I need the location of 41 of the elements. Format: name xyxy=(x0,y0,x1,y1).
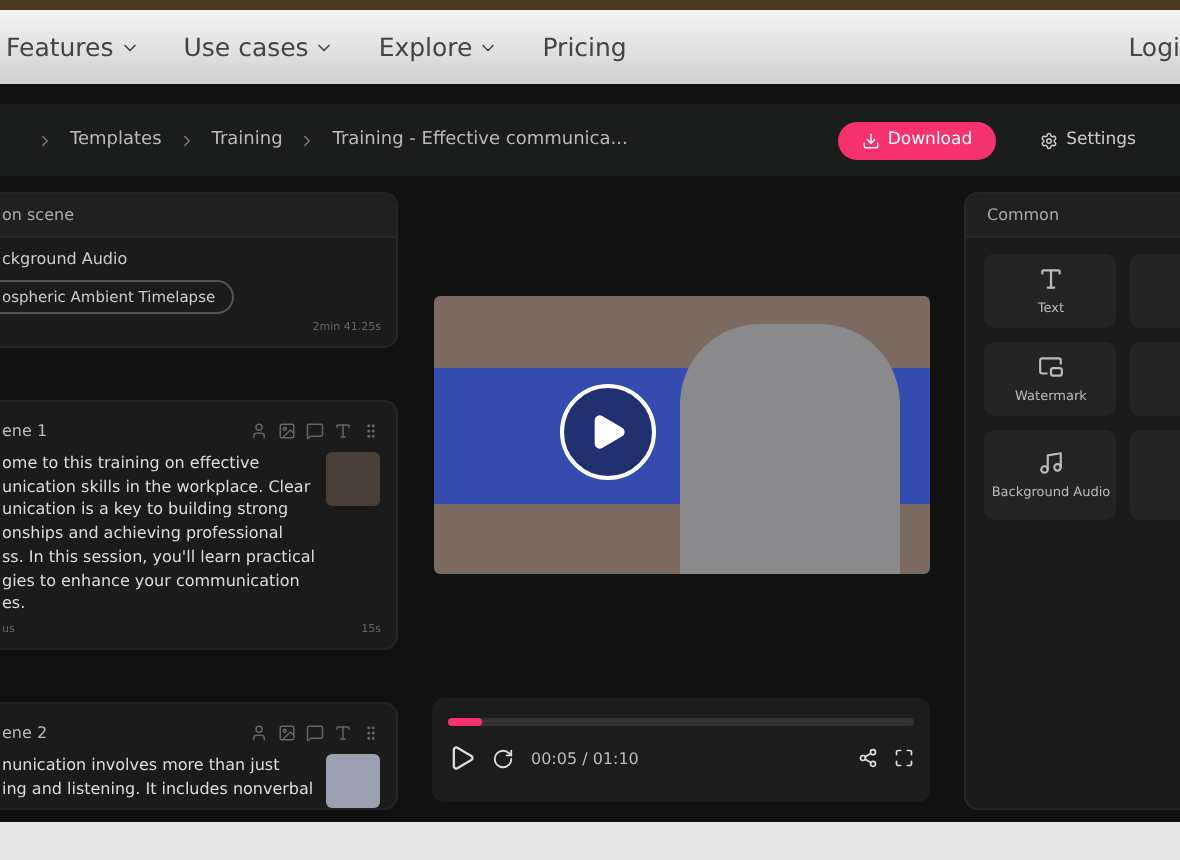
share-icon[interactable] xyxy=(858,748,879,768)
login-link[interactable]: Logi xyxy=(1128,32,1180,62)
nav-link[interactable]: Features xyxy=(6,32,140,62)
photo-placeholder xyxy=(326,452,381,506)
photo-placeholder xyxy=(326,753,381,808)
replay-icon[interactable] xyxy=(492,747,515,769)
breadcrumb-link[interactable]: Templates xyxy=(70,130,162,150)
chat-icon[interactable] xyxy=(306,723,325,742)
download-button[interactable]: Download xyxy=(837,121,997,159)
settings-icon xyxy=(1040,131,1059,149)
scene-title: ene 2 xyxy=(2,723,48,742)
image-icon[interactable] xyxy=(278,422,297,440)
text-icon[interactable] xyxy=(334,422,353,440)
avatar-icon[interactable] xyxy=(250,723,269,742)
settings-button[interactable]: Settings xyxy=(1028,128,1148,152)
fullscreen-icon[interactable] xyxy=(894,748,915,768)
play-icon[interactable] xyxy=(559,384,656,480)
drag-handle-icon[interactable] xyxy=(362,422,381,440)
music-note-icon xyxy=(1037,450,1064,476)
breadcrumb-link[interactable]: Training - Effective communica... xyxy=(332,130,628,150)
panel-title: Common xyxy=(966,194,1180,238)
nav-link[interactable]: Explore xyxy=(378,32,499,62)
watermark-icon xyxy=(1037,354,1064,380)
download-icon xyxy=(861,131,880,149)
chat-icon[interactable] xyxy=(306,422,325,440)
audio-label: ckground Audio xyxy=(0,248,130,268)
image-icon[interactable] xyxy=(278,723,297,742)
text-icon xyxy=(1037,266,1064,292)
play-icon[interactable] xyxy=(448,744,477,772)
chevron-right-icon xyxy=(36,131,54,149)
breadcrumb-link[interactable]: Training xyxy=(211,130,283,150)
avatar-icon[interactable] xyxy=(250,422,269,440)
text-icon[interactable] xyxy=(334,723,353,742)
drag-handle-icon[interactable] xyxy=(362,723,381,742)
card-title: on scene xyxy=(0,194,397,238)
scene-title: ene 1 xyxy=(2,422,48,440)
nav-link[interactable]: Use cases xyxy=(183,32,335,62)
time-text: 00:05 / 01:10 xyxy=(530,749,639,767)
scene-script-text[interactable]: ome to this training on effective unication skills in the workplace. Clear unication is a key to building strong onships and achieving professional ss. In this session, you'll learn practical gies to enhance your communication es. xyxy=(2,452,315,616)
nav-link[interactable]: Pricing xyxy=(542,32,627,62)
scene-script-text[interactable]: nunication involves more than just ing and listening. It includes nonverbal xyxy=(2,753,315,808)
